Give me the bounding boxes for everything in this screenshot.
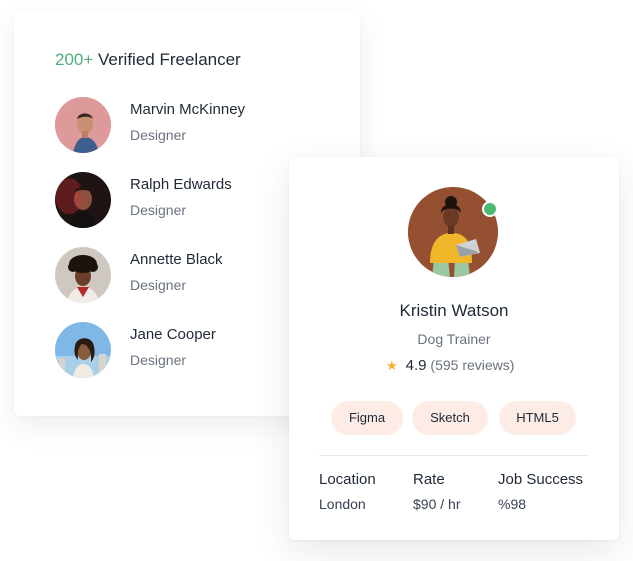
- profile-avatar: [408, 187, 498, 277]
- stat-rate-value: $90 / hr: [413, 496, 461, 512]
- avatar: [55, 172, 111, 228]
- list-item-freelancer[interactable]: Marvin McKinney Designer: [55, 97, 335, 153]
- profile-role: Dog Trainer: [417, 331, 491, 347]
- avatar: [55, 97, 111, 153]
- freelancer-name: Annette Black: [130, 251, 223, 268]
- freelancer-role: Designer: [130, 277, 187, 293]
- review-count: (595 reviews): [430, 357, 515, 373]
- skill-tag[interactable]: Figma: [331, 401, 403, 435]
- profile-name: Kristin Watson: [399, 301, 509, 320]
- stat-location-label: Location: [319, 471, 376, 488]
- freelancer-role: Designer: [130, 352, 187, 368]
- list-title-text: Verified Freelancer: [98, 50, 241, 69]
- stat-job-success-value: %98: [498, 496, 527, 512]
- online-status-indicator: [482, 201, 498, 217]
- avatar: [55, 247, 111, 303]
- list-title: 200+ Verified Freelancer: [55, 50, 241, 70]
- star-icon: ★: [386, 358, 398, 373]
- avatar-photo: [55, 322, 111, 378]
- avatar-photo: [55, 97, 111, 153]
- freelancer-role: Designer: [130, 127, 187, 143]
- rating-score: 4.9: [405, 357, 427, 374]
- freelancer-name: Marvin McKinney: [130, 101, 246, 118]
- freelancer-role: Designer: [130, 202, 187, 218]
- profile-photo: [408, 187, 498, 277]
- stat-location-value: London: [319, 496, 366, 512]
- rating: ★ 4.9 (595 reviews): [386, 357, 514, 374]
- freelancer-count: 200+: [55, 50, 94, 69]
- freelancer-profile-card[interactable]: Kristin Watson Dog Trainer ★ 4.9 (595 rev…: [289, 157, 619, 540]
- avatar-photo: [55, 172, 111, 228]
- stat-rate-label: Rate: [413, 471, 445, 488]
- freelancer-name: Jane Cooper: [130, 326, 216, 343]
- stat-job-success-label: Job Success: [498, 471, 584, 488]
- skill-tag[interactable]: HTML5: [499, 401, 576, 435]
- skill-tag[interactable]: Sketch: [412, 401, 488, 435]
- divider: [319, 455, 589, 456]
- avatar-photo: [55, 247, 111, 303]
- freelancer-name: Ralph Edwards: [130, 176, 232, 193]
- avatar: [55, 322, 111, 378]
